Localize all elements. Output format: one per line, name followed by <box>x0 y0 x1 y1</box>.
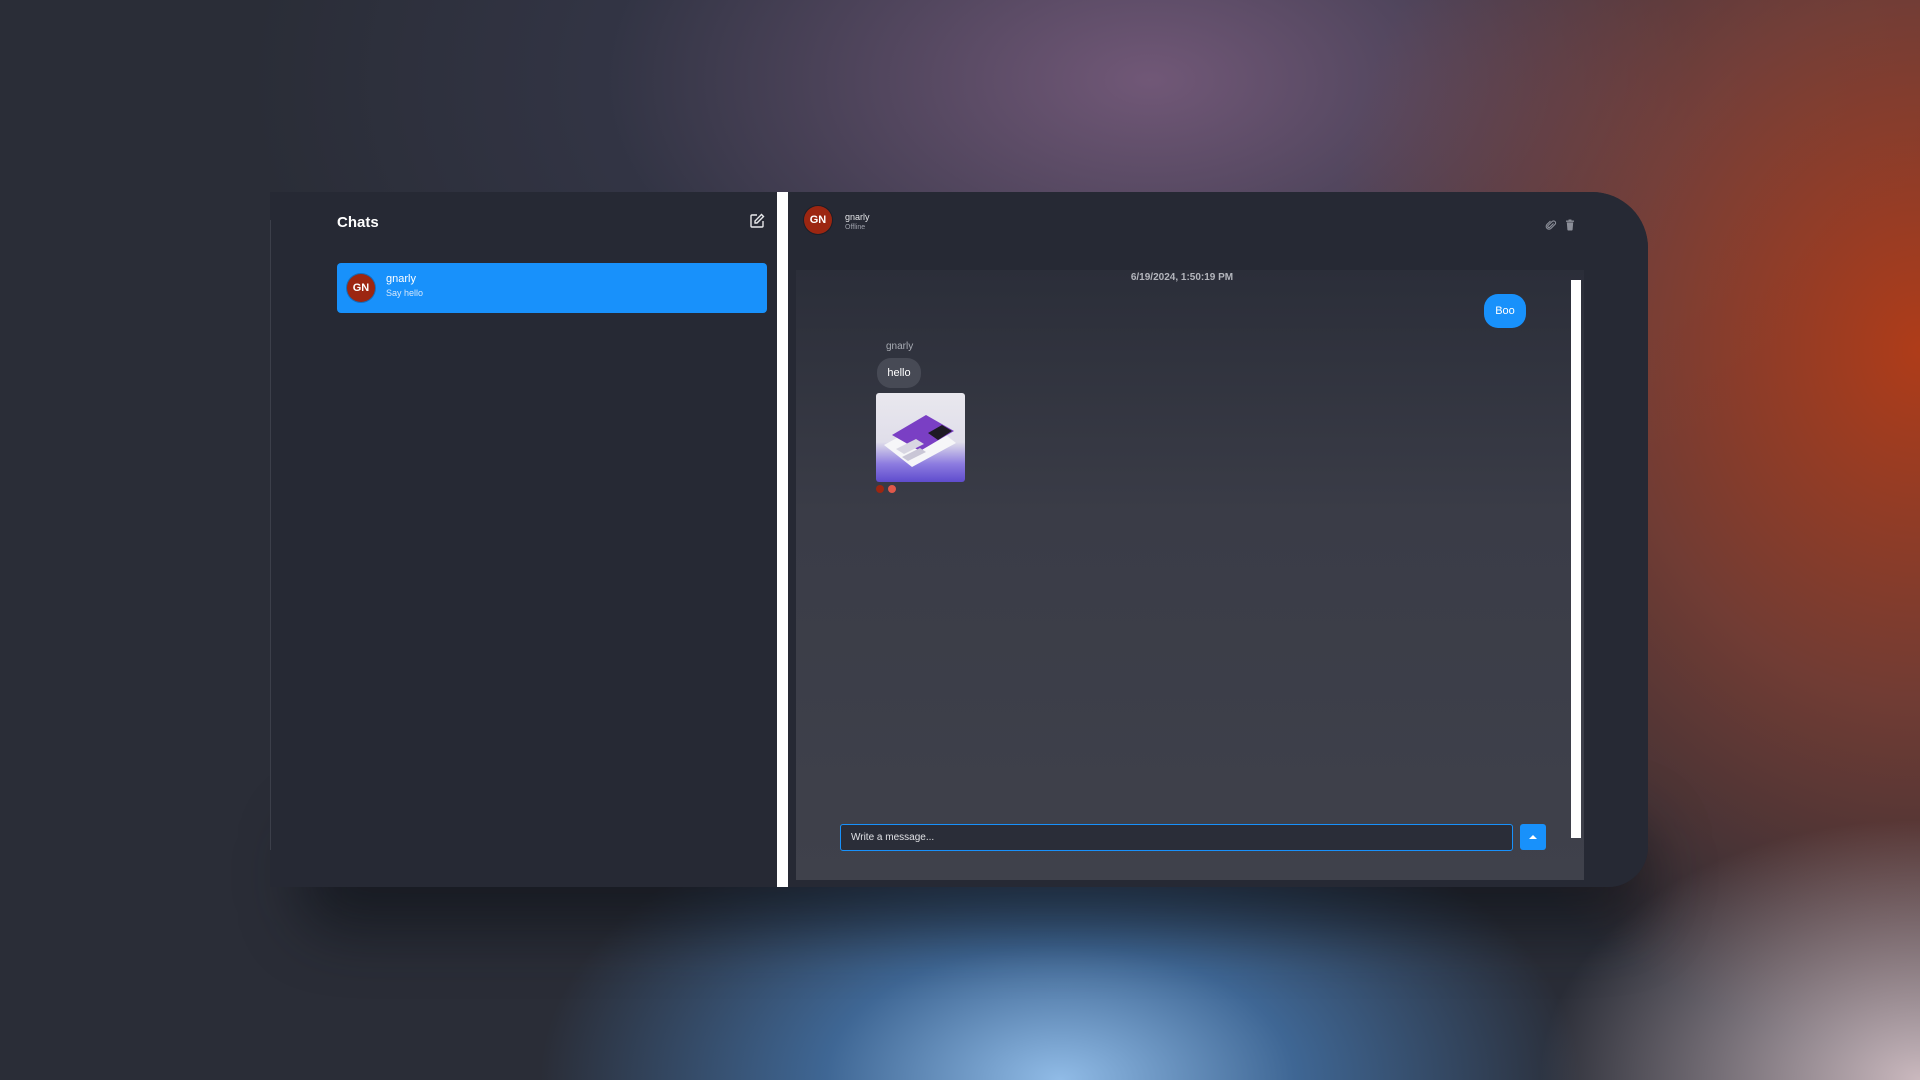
message-area: 6/19/2024, 1:50:19 PM Boo gnarly hello <box>796 270 1584 880</box>
panel-divider[interactable] <box>777 192 788 887</box>
avatar: GN <box>804 206 832 234</box>
trash-icon <box>1566 219 1574 231</box>
sender-name: gnarly <box>886 341 914 352</box>
chat-app-window: Chats GN gnarly Say hello GN gnarly Offl… <box>270 192 1648 887</box>
attach-button[interactable] <box>1545 218 1557 230</box>
attachment-icon <box>1545 220 1557 230</box>
sidebar-title: Chats <box>337 214 379 231</box>
chat-name: gnarly <box>386 273 416 285</box>
chat-list-item[interactable]: GN gnarly Say hello <box>337 263 767 313</box>
delete-chat-button[interactable] <box>1564 218 1576 231</box>
image-attachment[interactable] <box>876 393 965 482</box>
send-arrow-icon <box>1529 835 1537 839</box>
reaction-dot <box>888 485 896 493</box>
send-button[interactable] <box>1520 824 1546 850</box>
conversation-timestamp: 6/19/2024, 1:50:19 PM <box>1130 272 1234 283</box>
compose-icon <box>750 213 765 228</box>
contact-status: Offline <box>845 224 866 231</box>
sent-message-bubble: Boo <box>1484 294 1526 328</box>
chat-sidebar: Chats GN gnarly Say hello <box>270 192 775 887</box>
conversation-panel: GN gnarly Offline 6/19/2024, 1:50:19 PM … <box>788 192 1648 887</box>
chat-preview: Say hello <box>386 288 424 298</box>
avatar: GN <box>347 274 375 302</box>
compose-button[interactable] <box>748 212 766 230</box>
scrollbar[interactable] <box>1571 280 1581 838</box>
received-message-bubble: hello <box>877 358 921 388</box>
reaction-dot <box>876 485 884 493</box>
contact-name: gnarly <box>845 212 870 222</box>
image-preview-illustration <box>884 415 956 467</box>
message-input[interactable] <box>840 824 1513 851</box>
